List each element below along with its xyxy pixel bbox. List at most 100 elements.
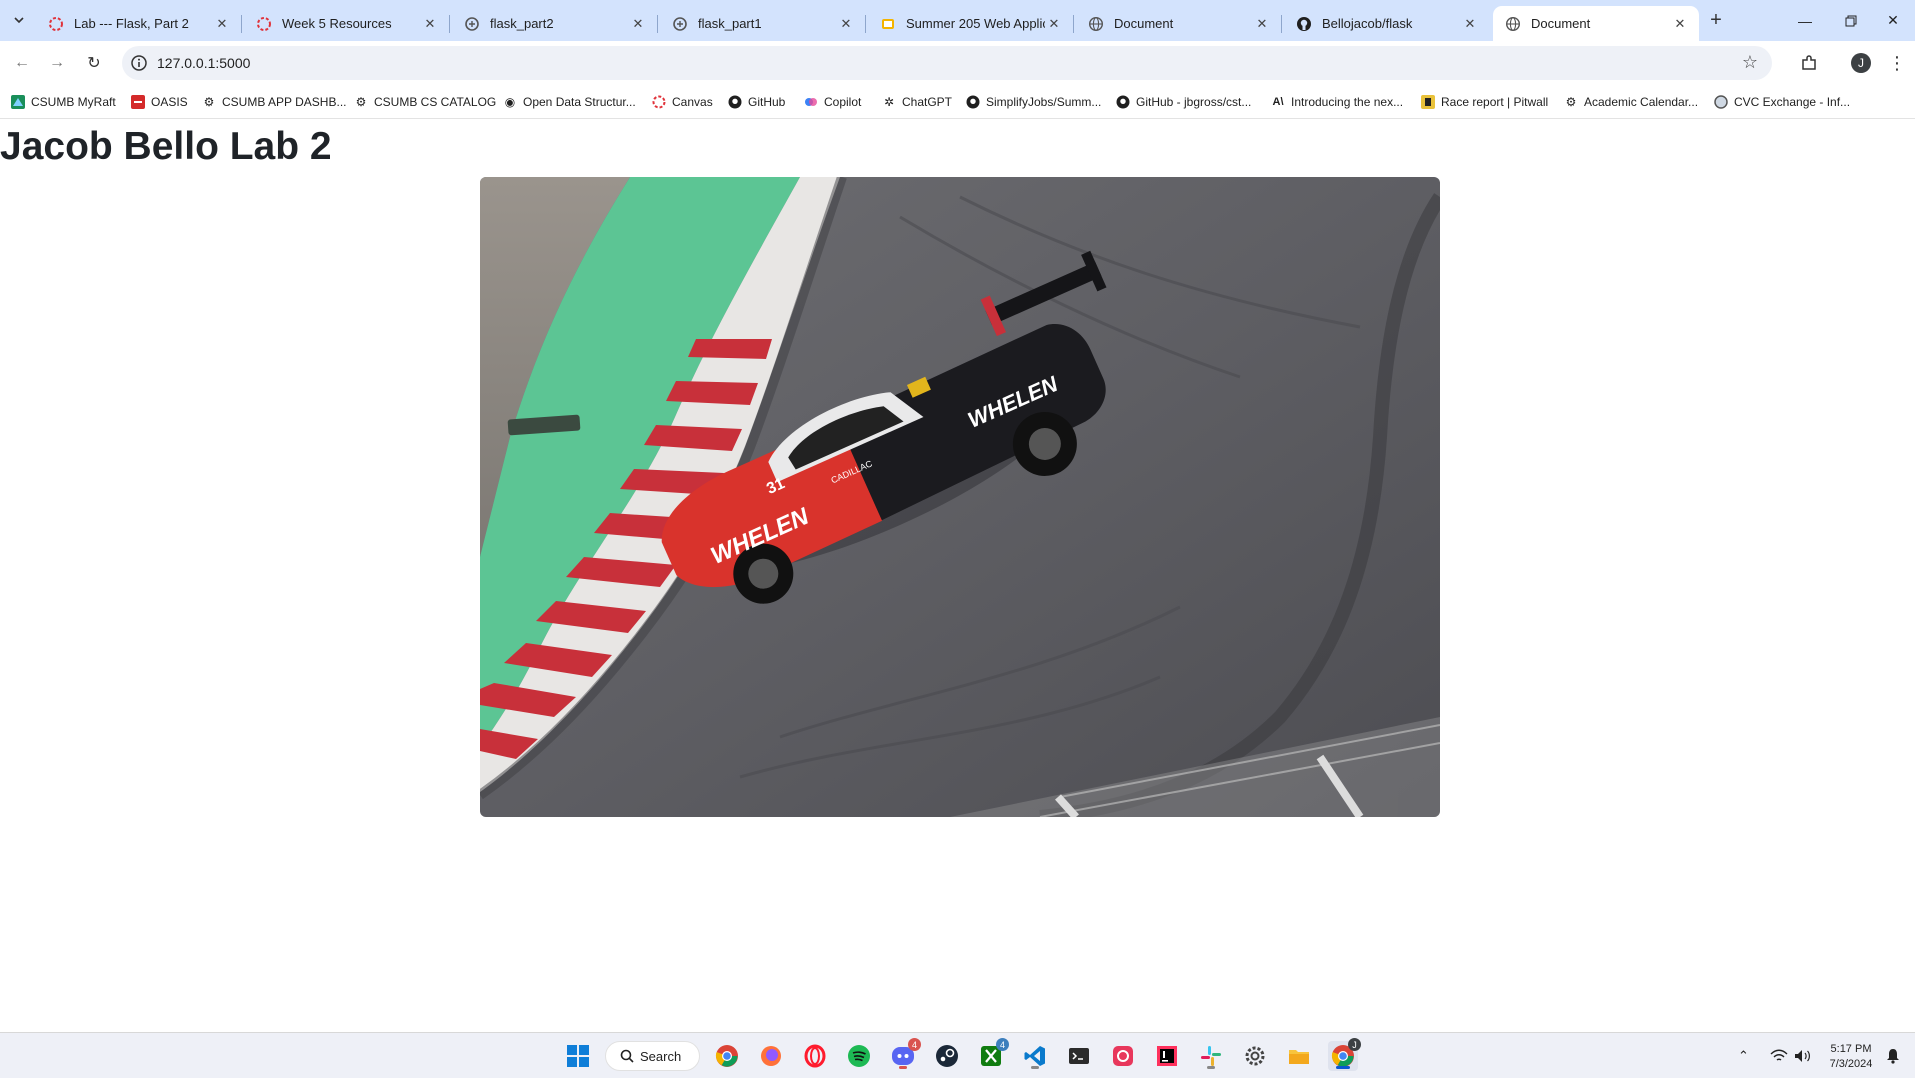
bookmark-item[interactable]: SimplifyJobs/Summ...	[966, 93, 1101, 111]
arrow-left-icon: ←	[14, 54, 30, 71]
notifications-button[interactable]	[1886, 1033, 1900, 1079]
tab-search-button[interactable]	[7, 8, 31, 32]
start-button[interactable]	[563, 1041, 593, 1071]
steam-taskbar-icon[interactable]	[932, 1041, 962, 1071]
tab-title: Summer 205 Web Applica	[906, 16, 1045, 31]
terminal-taskbar-icon[interactable]	[1064, 1041, 1094, 1071]
slack-taskbar-icon[interactable]	[1196, 1041, 1226, 1071]
minimize-button[interactable]: —	[1782, 0, 1828, 41]
bookmark-item[interactable]: OASIS	[131, 93, 188, 111]
site-info-icon[interactable]	[130, 54, 148, 72]
xbox-taskbar-icon[interactable]: 4	[976, 1038, 1009, 1071]
close-icon[interactable]: ✕	[837, 15, 855, 33]
bookmark-item[interactable]: ◉ Open Data Structur...	[503, 93, 636, 111]
notification-badge: 4	[908, 1038, 921, 1051]
restore-button[interactable]	[1828, 0, 1874, 41]
close-icon[interactable]: ✕	[421, 15, 439, 33]
bookmark-label: CVC Exchange - Inf...	[1734, 95, 1851, 109]
close-icon[interactable]: ✕	[1671, 15, 1689, 33]
bookmark-item[interactable]: ⚙ Academic Calendar...	[1564, 93, 1698, 111]
opera-taskbar-icon[interactable]	[800, 1041, 830, 1071]
google-slides-icon	[880, 16, 896, 32]
bookmark-item[interactable]: GitHub	[728, 93, 785, 111]
firefox-taskbar-icon[interactable]	[756, 1041, 786, 1071]
canvas-icon	[652, 95, 666, 109]
tab-github-flask[interactable]: Bellojacob/flask ✕	[1284, 6, 1489, 41]
taskbar-search[interactable]: Search	[605, 1041, 700, 1071]
bookmark-item[interactable]: Race report | Pitwall	[1421, 93, 1548, 111]
close-icon[interactable]: ✕	[1045, 15, 1063, 33]
creative-cloud-taskbar-icon[interactable]	[1108, 1041, 1138, 1071]
anthropic-icon: A\	[1272, 96, 1284, 108]
close-icon[interactable]: ✕	[1461, 15, 1479, 33]
bookmark-item[interactable]: CSUMB MyRaft	[11, 93, 116, 111]
tab-document[interactable]: Document ✕	[1076, 6, 1282, 41]
tab-title: Lab --- Flask, Part 2	[74, 16, 189, 31]
menu-button[interactable]: ⋮	[1885, 51, 1909, 75]
bookmark-item[interactable]: Canvas	[652, 93, 713, 111]
settings-taskbar-icon[interactable]	[1240, 1041, 1270, 1071]
replit-icon: ⚙	[203, 95, 215, 109]
windows-icon	[567, 1045, 589, 1067]
close-icon[interactable]: ✕	[1253, 15, 1271, 33]
bookmark-item[interactable]: A\ Introducing the nex...	[1271, 93, 1404, 111]
bookmark-item[interactable]: Copilot	[804, 93, 861, 111]
bookmark-item[interactable]: GitHub - jbgross/cst...	[1116, 93, 1251, 111]
intellij-taskbar-icon[interactable]	[1152, 1041, 1182, 1071]
bookmark-label: CSUMB CS CATALOG	[374, 95, 497, 109]
race-car-photo: WHELEN WHELEN 31 CADILLAC	[480, 177, 1440, 817]
new-tab-button[interactable]: +	[1704, 8, 1728, 32]
close-icon[interactable]: ✕	[213, 15, 231, 33]
volume-status[interactable]	[1794, 1033, 1812, 1079]
spotify-taskbar-icon[interactable]	[844, 1041, 874, 1071]
bookmark-star-icon[interactable]: ☆	[1742, 52, 1758, 73]
bookmark-item[interactable]: ⚙ CSUMB CS CATALOG	[354, 93, 497, 111]
forward-button[interactable]: →	[43, 49, 71, 77]
chevron-down-icon	[14, 17, 24, 24]
toolbar: ← → ↻ 127.0.0.1:5000 ☆ J ⋮	[0, 41, 1915, 85]
bookmark-item[interactable]: CVC Exchange - Inf...	[1714, 93, 1850, 111]
tab-separator	[657, 15, 658, 33]
extensions-button[interactable]	[1797, 51, 1821, 75]
bookmark-item[interactable]: ✲ ChatGPT	[882, 93, 952, 111]
clock-time: 5:17 PM	[1830, 1043, 1872, 1055]
avatar[interactable]: J	[1851, 53, 1871, 73]
vscode-taskbar-icon[interactable]	[1020, 1041, 1050, 1071]
running-indicator	[1207, 1066, 1215, 1069]
tab-document-active[interactable]: Document ✕	[1493, 6, 1699, 41]
bookmark-label: ChatGPT	[902, 95, 953, 109]
close-icon: ✕	[1887, 12, 1899, 28]
globe-icon: ◉	[504, 95, 516, 109]
tab-title: flask_part1	[698, 16, 762, 31]
discord-taskbar-icon[interactable]: 4	[888, 1038, 921, 1071]
tab-summer-205[interactable]: Summer 205 Web Applica ✕	[868, 6, 1074, 41]
tab-title: Document	[1114, 16, 1174, 31]
reload-button[interactable]: ↻	[80, 49, 108, 77]
address-bar[interactable]: 127.0.0.1:5000 ☆	[122, 46, 1772, 80]
replit-icon: ⚙	[355, 95, 367, 109]
tray-overflow-button[interactable]: ⌃	[1738, 1033, 1749, 1079]
file-explorer-taskbar-icon[interactable]	[1284, 1041, 1314, 1071]
wifi-status[interactable]	[1770, 1033, 1788, 1079]
myraft-icon	[11, 95, 25, 109]
arrow-right-icon: →	[49, 54, 65, 71]
tab-separator	[241, 15, 242, 33]
url-text[interactable]: 127.0.0.1:5000	[157, 55, 250, 71]
tab-week5-resources[interactable]: Week 5 Resources ✕	[244, 6, 450, 41]
bookmark-label: GitHub	[748, 95, 786, 109]
close-window-button[interactable]: ✕	[1870, 0, 1915, 41]
system-clock[interactable]: 5:17 PM 7/3/2024	[1820, 1042, 1882, 1072]
tab-flask-part2[interactable]: flask_part2 ✕	[452, 6, 658, 41]
tab-lab-flask[interactable]: Lab --- Flask, Part 2 ✕	[36, 6, 242, 41]
tab-title: Document	[1531, 16, 1591, 31]
bookmark-item[interactable]: ⚙ CSUMB APP DASHB...	[202, 93, 347, 111]
kebab-menu-icon: ⋮	[1888, 52, 1906, 73]
taskbar: Search 4 4 J ⌃ 5:17 PM 7/3/2024	[0, 1032, 1915, 1078]
tab-flask-part1[interactable]: flask_part1 ✕	[660, 6, 866, 41]
close-icon[interactable]: ✕	[629, 15, 647, 33]
chrome-taskbar-icon[interactable]	[712, 1041, 742, 1071]
chrome-active-taskbar-icon[interactable]: J	[1328, 1038, 1361, 1071]
back-button[interactable]: ←	[8, 49, 36, 77]
oasis-icon	[131, 95, 145, 109]
globe-icon	[1505, 16, 1521, 32]
